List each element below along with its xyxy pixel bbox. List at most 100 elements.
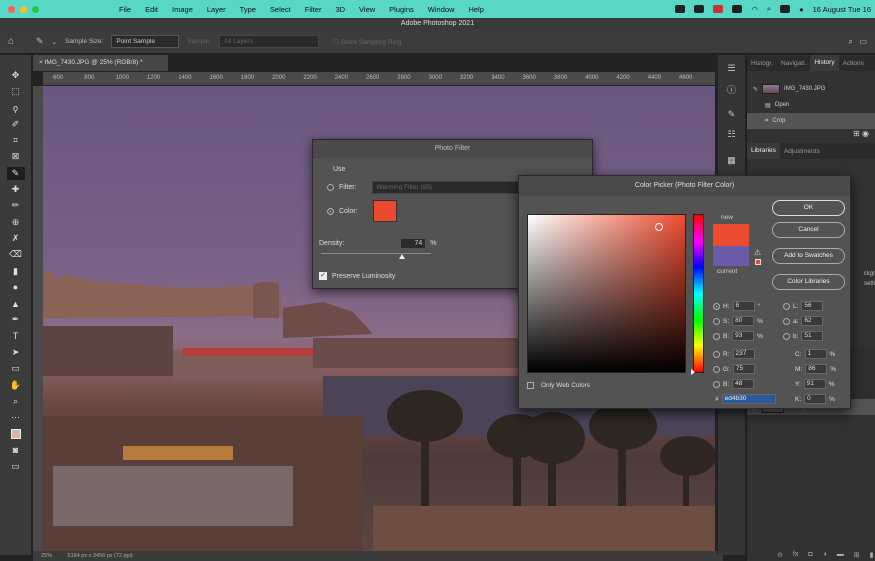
blue-field[interactable]: B: 48 — [713, 379, 755, 389]
app-icon[interactable] — [713, 5, 724, 13]
close-window-button[interactable] — [8, 5, 15, 13]
folder-icon[interactable]: ▬ — [837, 551, 844, 559]
green-field[interactable]: G: 75 — [713, 364, 755, 374]
green-radio[interactable] — [713, 365, 720, 373]
search-icon[interactable]: ⌕ — [848, 36, 853, 47]
history-brush-icon[interactable]: ✗ — [7, 232, 25, 245]
adjust-icon[interactable]: ☷ — [725, 129, 739, 141]
red-radio[interactable] — [713, 350, 720, 358]
search-icon[interactable]: ⌕ — [767, 4, 771, 14]
lab-a-input[interactable]: 62 — [801, 316, 824, 326]
black-input[interactable]: 0 — [804, 394, 827, 404]
sample-size-select[interactable]: Point Sample — [111, 35, 180, 48]
zoom-tool-icon[interactable]: ⌕ — [7, 395, 25, 408]
color-libraries-button[interactable]: Color Libraries — [772, 274, 845, 290]
histogram-icon[interactable]: ☰ — [725, 63, 739, 75]
pen-tool-icon[interactable]: ✒ — [7, 313, 25, 326]
quick-select-tool-icon[interactable]: ✐ — [7, 118, 25, 131]
chevron-down-icon[interactable]: ⌄ — [52, 38, 57, 46]
menu-3d[interactable]: 3D — [335, 5, 345, 14]
workspace-icon[interactable]: ▭ — [859, 37, 867, 46]
web-safe-swatch[interactable] — [755, 259, 761, 265]
menu-edit[interactable]: Edit — [145, 5, 158, 14]
menu-window[interactable]: Window — [428, 5, 455, 14]
menubar-datetime[interactable]: 16 August Tue 16 — [813, 5, 871, 14]
link-icon[interactable]: ⊝ — [777, 551, 783, 559]
cancel-button[interactable]: Cancel — [772, 222, 845, 238]
eraser-tool-icon[interactable]: ⌫ — [7, 248, 25, 261]
info-icon[interactable]: ⓘ — [725, 83, 739, 95]
hue-slider-thumb[interactable] — [691, 369, 695, 375]
lab-a-field[interactable]: a: 62 — [783, 316, 824, 326]
saturation-radio[interactable] — [713, 317, 720, 325]
history-item-open[interactable]: ▤ Open — [747, 97, 875, 113]
magenta-field[interactable]: M: 86% — [795, 364, 836, 374]
yellow-input[interactable]: 91 — [803, 379, 826, 389]
path-select-tool-icon[interactable]: ➤ — [7, 346, 25, 359]
color-swatches-icon[interactable] — [7, 428, 25, 441]
app-icon[interactable] — [694, 5, 705, 13]
red-input[interactable]: 237 — [732, 349, 755, 359]
eyedropper-icon[interactable]: ✎ — [36, 36, 44, 47]
control-center-icon[interactable] — [780, 5, 791, 13]
menu-filter[interactable]: Filter — [305, 5, 322, 14]
gradient-tool-icon[interactable]: ▮ — [7, 265, 25, 278]
new-document-icon[interactable]: ⊞ — [853, 129, 860, 138]
battery-icon[interactable] — [732, 5, 743, 13]
add-to-swatches-button[interactable]: Add to Swatches — [772, 248, 845, 264]
ok-button[interactable]: OK — [772, 200, 845, 216]
zoom-window-button[interactable] — [32, 5, 39, 13]
zoom-level[interactable]: 25% — [41, 553, 52, 559]
lasso-tool-icon[interactable]: ϙ — [7, 102, 25, 115]
menu-help[interactable]: Help — [468, 5, 483, 14]
type-tool-icon[interactable]: T — [7, 330, 25, 343]
hue-radio[interactable] — [713, 302, 720, 310]
panel-tab[interactable]: Adjustments — [780, 148, 824, 155]
only-web-colors-checkbox[interactable] — [527, 382, 534, 389]
shape-tool-icon[interactable]: ▭ — [7, 362, 25, 375]
hex-input[interactable]: ed4b30 — [721, 394, 776, 404]
brush-tool-icon[interactable]: ✏ — [7, 199, 25, 212]
move-tool-icon[interactable]: ✥ — [7, 69, 25, 82]
saturation-brightness-field[interactable] — [527, 214, 686, 373]
menu-plugins[interactable]: Plugins — [389, 5, 414, 14]
lab-l-input[interactable]: 56 — [801, 301, 824, 311]
home-icon[interactable]: ⌂ — [8, 36, 14, 47]
panel-tab[interactable]: Histogr. — [747, 60, 777, 67]
filter-radio[interactable] — [327, 184, 334, 191]
history-snapshot[interactable]: ✎ IMG_7430.JPG — [747, 81, 875, 97]
panel-tab[interactable]: Navigati. — [777, 60, 810, 67]
blue-radio[interactable] — [713, 380, 720, 388]
preserve-luminosity-checkbox[interactable]: ✓ — [319, 272, 327, 280]
new-layer-icon[interactable]: ⊞ — [854, 551, 860, 559]
lab-b-input[interactable]: 51 — [801, 331, 824, 341]
blue-input[interactable]: 48 — [732, 379, 755, 389]
hand-tool-icon[interactable]: ✋ — [7, 379, 25, 392]
camera-icon[interactable]: ◉ — [862, 129, 869, 138]
mask-icon[interactable]: ◘ — [808, 551, 812, 559]
menu-image[interactable]: Image — [172, 5, 193, 14]
magenta-input[interactable]: 86 — [805, 364, 828, 374]
lab-l-field[interactable]: L: 56 — [783, 301, 824, 311]
density-slider-track[interactable] — [321, 253, 431, 259]
menu-file[interactable]: File — [119, 5, 131, 14]
filter-select[interactable]: Warming Filter (85) — [371, 181, 522, 194]
menu-select[interactable]: Select — [270, 5, 291, 14]
color-swatch[interactable] — [372, 200, 397, 222]
lab-b-field[interactable]: b: 51 — [783, 331, 824, 341]
blur-tool-icon[interactable]: ● — [7, 281, 25, 294]
marquee-tool-icon[interactable]: ⬚ — [7, 85, 25, 98]
hue-input[interactable]: 8 — [732, 301, 755, 311]
siri-icon[interactable]: ● — [799, 5, 804, 14]
hex-field[interactable]: # ed4b30 — [715, 394, 776, 404]
preserve-luminosity-option[interactable]: ✓ Preserve Luminosity — [319, 272, 395, 280]
saturation-input[interactable]: 80 — [732, 316, 755, 326]
saturation-field[interactable]: S: 80% — [713, 316, 763, 326]
more-tools-icon[interactable]: ⋯ — [7, 411, 25, 424]
lab-a-radio[interactable] — [783, 317, 790, 325]
red-field[interactable]: R: 237 — [713, 349, 755, 359]
trash-icon[interactable]: ▮ — [870, 551, 874, 559]
lab-b-radio[interactable] — [783, 332, 790, 340]
panel-tab[interactable]: Actions — [839, 60, 868, 67]
healing-brush-icon[interactable]: ✚ — [7, 183, 25, 196]
